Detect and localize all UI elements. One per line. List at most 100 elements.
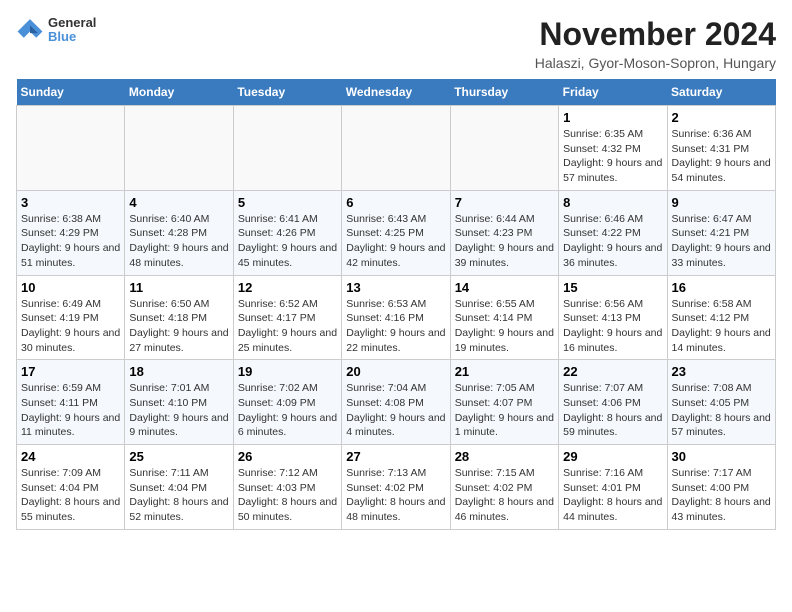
calendar-cell: 8 Sunrise: 6:46 AM Sunset: 4:22 PM Daylig… — [559, 190, 667, 275]
day-number: 26 — [238, 449, 337, 464]
day-info: Sunrise: 6:49 AM Sunset: 4:19 PM Dayligh… — [21, 297, 120, 356]
calendar-table: SundayMondayTuesdayWednesdayThursdayFrid… — [16, 79, 776, 530]
logo-line1: General — [48, 16, 96, 30]
day-number: 12 — [238, 280, 337, 295]
location: Halaszi, Gyor-Moson-Sopron, Hungary — [535, 55, 776, 71]
calendar-cell: 9 Sunrise: 6:47 AM Sunset: 4:21 PM Daylig… — [667, 190, 775, 275]
day-number: 22 — [563, 364, 662, 379]
calendar-cell: 12 Sunrise: 6:52 AM Sunset: 4:17 PM Dayli… — [233, 275, 341, 360]
calendar-cell: 19 Sunrise: 7:02 AM Sunset: 4:09 PM Dayli… — [233, 360, 341, 445]
calendar-cell: 25 Sunrise: 7:11 AM Sunset: 4:04 PM Dayli… — [125, 445, 233, 530]
calendar-cell: 13 Sunrise: 6:53 AM Sunset: 4:16 PM Dayli… — [342, 275, 450, 360]
calendar-cell — [342, 106, 450, 191]
day-info: Sunrise: 7:09 AM Sunset: 4:04 PM Dayligh… — [21, 466, 120, 525]
logo-text: General Blue — [48, 16, 96, 45]
day-info: Sunrise: 7:07 AM Sunset: 4:06 PM Dayligh… — [563, 381, 662, 440]
day-info: Sunrise: 6:53 AM Sunset: 4:16 PM Dayligh… — [346, 297, 445, 356]
day-info: Sunrise: 6:59 AM Sunset: 4:11 PM Dayligh… — [21, 381, 120, 440]
day-number: 25 — [129, 449, 228, 464]
day-info: Sunrise: 6:38 AM Sunset: 4:29 PM Dayligh… — [21, 212, 120, 271]
day-number: 21 — [455, 364, 554, 379]
day-info: Sunrise: 7:02 AM Sunset: 4:09 PM Dayligh… — [238, 381, 337, 440]
calendar-cell: 7 Sunrise: 6:44 AM Sunset: 4:23 PM Daylig… — [450, 190, 558, 275]
calendar-cell: 18Sunrise: 7:01 AM Sunset: 4:10 PM Dayli… — [125, 360, 233, 445]
day-info: Sunrise: 6:52 AM Sunset: 4:17 PM Dayligh… — [238, 297, 337, 356]
day-info: Sunrise: 7:12 AM Sunset: 4:03 PM Dayligh… — [238, 466, 337, 525]
calendar-cell: 21Sunrise: 7:05 AM Sunset: 4:07 PM Dayli… — [450, 360, 558, 445]
day-number: 11 — [129, 280, 228, 295]
day-number: 30 — [672, 449, 771, 464]
calendar-cell: 30 Sunrise: 7:17 AM Sunset: 4:00 PM Dayli… — [667, 445, 775, 530]
calendar-cell: 11 Sunrise: 6:50 AM Sunset: 4:18 PM Dayli… — [125, 275, 233, 360]
day-info: Sunrise: 6:36 AM Sunset: 4:31 PM Dayligh… — [672, 127, 771, 186]
weekday-header: Friday — [559, 79, 667, 106]
day-info: Sunrise: 6:47 AM Sunset: 4:21 PM Dayligh… — [672, 212, 771, 271]
logo: General Blue — [16, 16, 96, 45]
calendar-cell — [17, 106, 125, 191]
calendar-cell: 24 Sunrise: 7:09 AM Sunset: 4:04 PM Dayli… — [17, 445, 125, 530]
day-number: 23 — [672, 364, 771, 379]
calendar-cell: 20 Sunrise: 7:04 AM Sunset: 4:08 PM Dayli… — [342, 360, 450, 445]
day-number: 10 — [21, 280, 120, 295]
day-number: 15 — [563, 280, 662, 295]
calendar-cell: 2 Sunrise: 6:36 AM Sunset: 4:31 PM Daylig… — [667, 106, 775, 191]
day-number: 24 — [21, 449, 120, 464]
day-number: 8 — [563, 195, 662, 210]
logo-line2: Blue — [48, 30, 96, 44]
calendar-cell: 16 Sunrise: 6:58 AM Sunset: 4:12 PM Dayli… — [667, 275, 775, 360]
day-number: 2 — [672, 110, 771, 125]
day-number: 7 — [455, 195, 554, 210]
weekday-header: Wednesday — [342, 79, 450, 106]
day-info: Sunrise: 7:15 AM Sunset: 4:02 PM Dayligh… — [455, 466, 554, 525]
month-title: November 2024 — [535, 16, 776, 53]
day-number: 18 — [129, 364, 228, 379]
day-number: 6 — [346, 195, 445, 210]
day-info: Sunrise: 6:44 AM Sunset: 4:23 PM Dayligh… — [455, 212, 554, 271]
day-number: 13 — [346, 280, 445, 295]
day-info: Sunrise: 7:08 AM Sunset: 4:05 PM Dayligh… — [672, 381, 771, 440]
calendar-cell — [450, 106, 558, 191]
calendar-cell: 23 Sunrise: 7:08 AM Sunset: 4:05 PM Dayli… — [667, 360, 775, 445]
title-section: November 2024 Halaszi, Gyor-Moson-Sopron… — [535, 16, 776, 71]
calendar-cell: 4Sunrise: 6:40 AM Sunset: 4:28 PM Daylig… — [125, 190, 233, 275]
weekday-header: Thursday — [450, 79, 558, 106]
weekday-header: Sunday — [17, 79, 125, 106]
day-number: 27 — [346, 449, 445, 464]
calendar-cell: 10 Sunrise: 6:49 AM Sunset: 4:19 PM Dayli… — [17, 275, 125, 360]
day-number: 4 — [129, 195, 228, 210]
calendar-header: SundayMondayTuesdayWednesdayThursdayFrid… — [17, 79, 776, 106]
day-info: Sunrise: 7:17 AM Sunset: 4:00 PM Dayligh… — [672, 466, 771, 525]
day-number: 9 — [672, 195, 771, 210]
day-number: 17 — [21, 364, 120, 379]
day-info: Sunrise: 6:56 AM Sunset: 4:13 PM Dayligh… — [563, 297, 662, 356]
day-number: 14 — [455, 280, 554, 295]
calendar-cell: 3 Sunrise: 6:38 AM Sunset: 4:29 PM Daylig… — [17, 190, 125, 275]
day-number: 16 — [672, 280, 771, 295]
day-info: Sunrise: 6:55 AM Sunset: 4:14 PM Dayligh… — [455, 297, 554, 356]
calendar-cell — [233, 106, 341, 191]
day-info: Sunrise: 6:43 AM Sunset: 4:25 PM Dayligh… — [346, 212, 445, 271]
day-info: Sunrise: 6:50 AM Sunset: 4:18 PM Dayligh… — [129, 297, 228, 356]
calendar-cell: 28 Sunrise: 7:15 AM Sunset: 4:02 PM Dayli… — [450, 445, 558, 530]
calendar-cell: 22 Sunrise: 7:07 AM Sunset: 4:06 PM Dayli… — [559, 360, 667, 445]
day-info: Sunrise: 7:04 AM Sunset: 4:08 PM Dayligh… — [346, 381, 445, 440]
day-number: 28 — [455, 449, 554, 464]
day-info: Sunrise: 6:58 AM Sunset: 4:12 PM Dayligh… — [672, 297, 771, 356]
logo-icon — [16, 16, 44, 44]
page-header: General Blue November 2024 Halaszi, Gyor… — [16, 16, 776, 71]
day-info: Sunrise: 7:16 AM Sunset: 4:01 PM Dayligh… — [563, 466, 662, 525]
day-number: 20 — [346, 364, 445, 379]
calendar-cell: 1 Sunrise: 6:35 AM Sunset: 4:32 PM Daylig… — [559, 106, 667, 191]
day-number: 1 — [563, 110, 662, 125]
day-number: 19 — [238, 364, 337, 379]
day-info: Sunrise: 7:11 AM Sunset: 4:04 PM Dayligh… — [129, 466, 228, 525]
day-number: 3 — [21, 195, 120, 210]
day-info: Sunrise: 6:46 AM Sunset: 4:22 PM Dayligh… — [563, 212, 662, 271]
calendar-cell: 17 Sunrise: 6:59 AM Sunset: 4:11 PM Dayli… — [17, 360, 125, 445]
calendar-cell: 27Sunrise: 7:13 AM Sunset: 4:02 PM Dayli… — [342, 445, 450, 530]
day-info: Sunrise: 6:35 AM Sunset: 4:32 PM Dayligh… — [563, 127, 662, 186]
day-number: 5 — [238, 195, 337, 210]
calendar-cell: 14 Sunrise: 6:55 AM Sunset: 4:14 PM Dayli… — [450, 275, 558, 360]
weekday-header: Tuesday — [233, 79, 341, 106]
day-info: Sunrise: 6:41 AM Sunset: 4:26 PM Dayligh… — [238, 212, 337, 271]
